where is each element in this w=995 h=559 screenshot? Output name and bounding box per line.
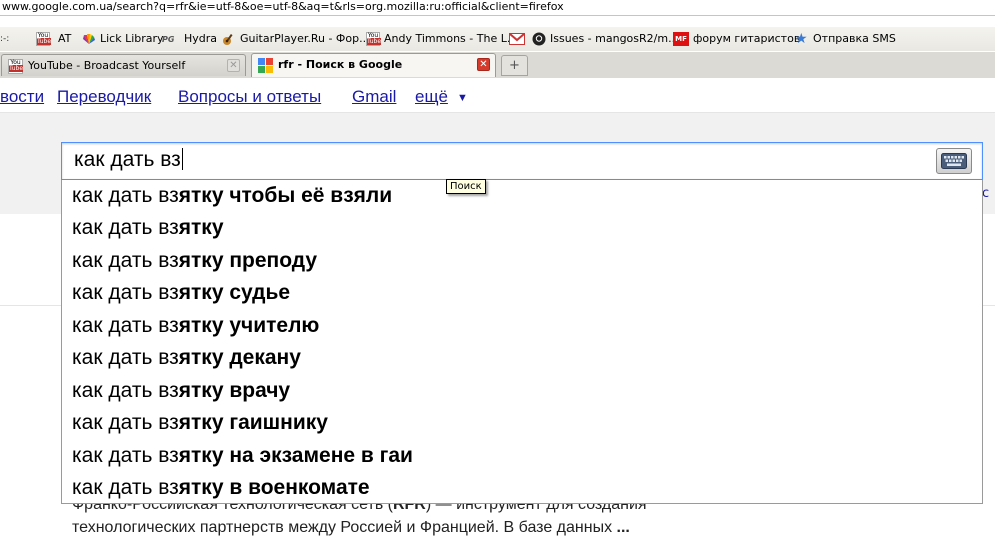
new-tab-button[interactable]: + xyxy=(501,55,528,76)
suggestion-item[interactable]: как дать взятку xyxy=(72,212,224,244)
chevron-down-icon: ▼ xyxy=(457,92,468,104)
bookmark-lick-library[interactable]: Lick Library xyxy=(82,31,164,47)
nav-link-translate[interactable]: Переводчик xyxy=(57,87,151,107)
bookmark-label: Issues - mangosR2/m... xyxy=(550,32,679,45)
bookmark-github-issues[interactable]: Issues - mangosR2/m... xyxy=(532,31,679,47)
google-nav: вости Переводчик Вопросы и ответы Gmail … xyxy=(0,78,995,112)
autocomplete-dropdown: как дать взятку чтобы её взяли как дать … xyxy=(61,180,983,504)
suggestion-item[interactable]: как дать взятку в военкомате xyxy=(72,472,370,504)
keyboard-icon xyxy=(941,153,967,169)
plus-icon: + xyxy=(509,58,520,73)
nav-link-answers[interactable]: Вопросы и ответы xyxy=(178,87,321,107)
tab-google-search[interactable]: rfr - Поиск в Google ✕ xyxy=(251,53,496,77)
github-icon xyxy=(532,32,546,46)
youtube-icon: You Tube xyxy=(366,32,382,46)
suggestion-item[interactable]: как дать взятку врачу xyxy=(72,375,290,407)
suggestion-item[interactable]: как дать взятку преподу xyxy=(72,245,317,277)
nav-link-gmail[interactable]: Gmail xyxy=(352,87,396,107)
suggestion-item[interactable]: как дать взятку учителю xyxy=(72,310,319,342)
tab-title: YouTube - Broadcast Yourself xyxy=(28,59,186,72)
bookmark-cut-icon: :-: xyxy=(0,34,10,44)
mf-icon: MF xyxy=(673,32,689,46)
nav-link-news[interactable]: вости xyxy=(0,87,44,107)
bookmark-sms[interactable]: ★ Отправка SMS xyxy=(795,31,896,47)
youtube-icon: You Tube xyxy=(8,59,24,74)
bookmark-label: Lick Library xyxy=(100,32,164,45)
suggestion-item[interactable]: как дать взятку декану xyxy=(72,342,301,374)
bookmark-label: AT xyxy=(58,32,72,45)
suggestion-item[interactable]: как дать взятку судье xyxy=(72,277,290,309)
suggestion-item[interactable]: как дать взятку на экзамене в гаи xyxy=(72,440,413,472)
bookmark-gmail[interactable] xyxy=(509,31,527,47)
star-icon: ★ xyxy=(795,31,808,47)
nbc-peacock-icon xyxy=(82,32,96,46)
bookmark-label: Hydra xyxy=(184,32,218,45)
tab-strip: You Tube YouTube - Broadcast Yourself ✕ r… xyxy=(0,52,995,79)
bookmark-item[interactable]: :-: xyxy=(0,31,9,47)
tab-title: rfr - Поиск в Google xyxy=(278,58,403,71)
bookmark-label: GuitarPlayer.Ru - Фор... xyxy=(240,32,370,45)
bookmark-andy-timmons[interactable]: You Tube Andy Timmons - The L... xyxy=(366,31,517,47)
bookmarks-toolbar: :-: You Tube AT Lick Library PG Hydra Gui… xyxy=(0,27,995,51)
search-input[interactable]: как дать вз xyxy=(61,142,983,180)
close-tab-icon[interactable]: ✕ xyxy=(227,59,240,72)
youtube-icon: You Tube xyxy=(36,32,52,46)
bookmark-guitar-forum[interactable]: MF форум гитаристов xyxy=(673,31,800,47)
bookmark-at[interactable]: AT xyxy=(58,31,71,47)
bookmark-label: Отправка SMS xyxy=(813,32,896,45)
address-bar[interactable]: www.google.com.ua/search?q=rfr&ie=utf-8&… xyxy=(0,0,995,16)
guitar-icon xyxy=(222,32,236,46)
gmail-icon xyxy=(509,32,525,46)
pg-icon: PG xyxy=(162,35,175,44)
search-button-stub[interactable]: c xyxy=(982,186,989,201)
suggestion-item[interactable]: как дать взятку гаишнику xyxy=(72,407,328,439)
google-favicon-icon xyxy=(258,58,273,73)
close-tab-icon[interactable]: ✕ xyxy=(477,58,490,71)
bookmark-hydra[interactable]: PG Hydra xyxy=(162,31,217,47)
search-input-value: как дать вз xyxy=(74,148,183,171)
keyboard-button[interactable] xyxy=(936,148,972,174)
tooltip: Поиск xyxy=(446,179,486,194)
nav-link-more[interactable]: ещё xyxy=(415,87,448,107)
bookmark-label: форум гитаристов xyxy=(693,32,801,45)
bookmark-guitarplayer[interactable]: GuitarPlayer.Ru - Фор... xyxy=(222,31,370,47)
bookmark-youtube[interactable]: You Tube xyxy=(36,31,54,47)
tab-youtube[interactable]: You Tube YouTube - Broadcast Yourself ✕ xyxy=(1,54,246,76)
suggestion-item[interactable]: как дать взятку чтобы её взяли xyxy=(72,180,392,212)
address-url: www.google.com.ua/search?q=rfr&ie=utf-8&… xyxy=(2,0,564,13)
bookmark-label: Andy Timmons - The L... xyxy=(384,32,518,45)
snippet-line: технологических партнерств между Россией… xyxy=(72,519,630,536)
